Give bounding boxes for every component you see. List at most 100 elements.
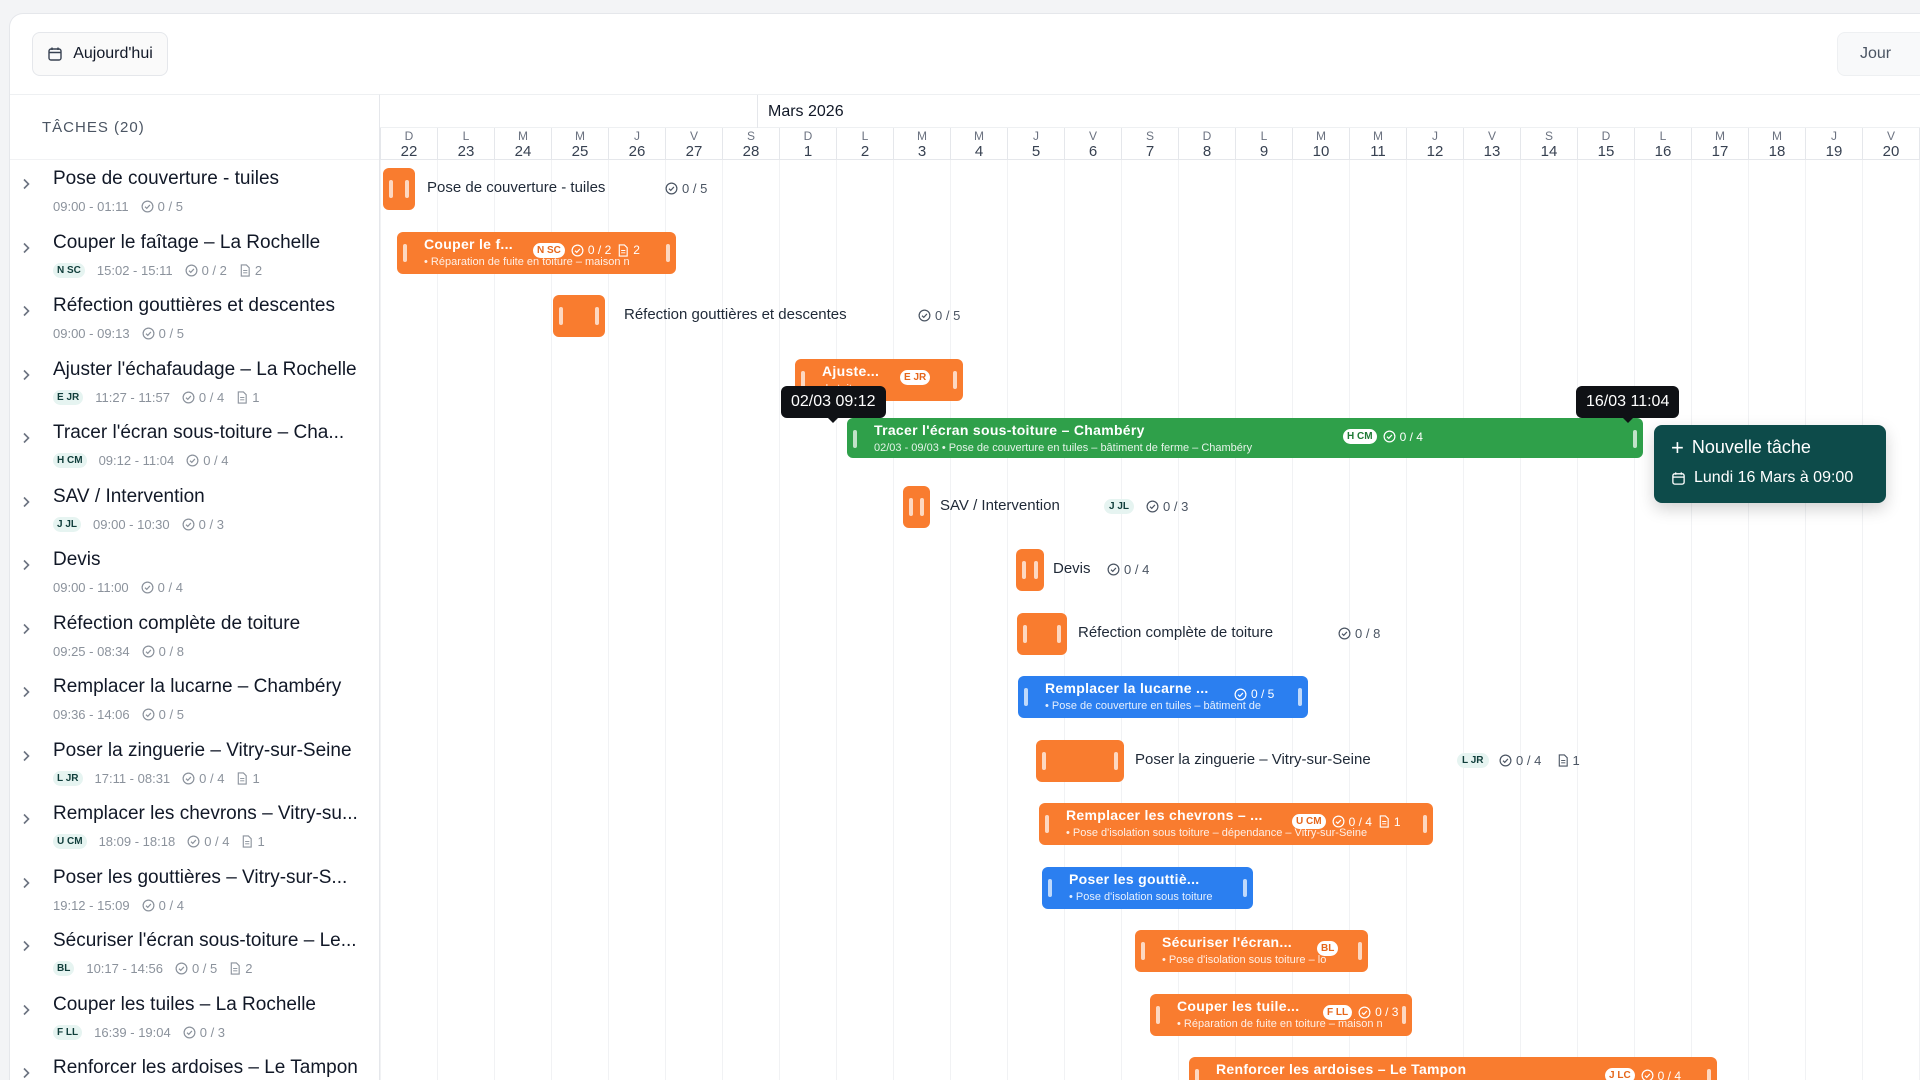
- day-column[interactable]: L 16: [1634, 128, 1691, 160]
- resize-handle-start[interactable]: [1042, 751, 1046, 770]
- resize-handle-end[interactable]: [1402, 1005, 1406, 1024]
- day-column[interactable]: J 19: [1805, 128, 1862, 160]
- task-bar[interactable]: [903, 485, 930, 528]
- day-column[interactable]: D 22: [380, 128, 437, 160]
- resize-handle-start[interactable]: [1023, 624, 1027, 643]
- task-row[interactable]: Remplacer la lucarne – Chambéry 09:36 - 1…: [10, 668, 380, 732]
- chevron-right-icon[interactable]: [18, 1002, 34, 1018]
- resize-handle-start[interactable]: [1141, 942, 1145, 960]
- today-button[interactable]: Aujourd'hui: [32, 32, 168, 76]
- day-column[interactable]: S7: [1121, 128, 1178, 160]
- task-bar[interactable]: Couper les tuile... • Réparation de fuite…: [1150, 993, 1412, 1036]
- resize-handle-start[interactable]: [1022, 561, 1026, 579]
- chevron-right-icon[interactable]: [18, 684, 34, 700]
- day-column[interactable]: M 11: [1349, 128, 1406, 160]
- day-column[interactable]: J 12: [1406, 128, 1463, 160]
- day-column[interactable]: V 20: [1862, 128, 1919, 160]
- day-column[interactable]: M 24: [494, 128, 551, 160]
- task-row[interactable]: Réfection gouttières et descentes 09:00 -…: [10, 287, 380, 351]
- resize-handle-start[interactable]: [559, 307, 563, 325]
- task-bar[interactable]: [383, 168, 415, 210]
- task-row[interactable]: Couper le faîtage – La Rochelle N SC 15:02…: [10, 224, 380, 288]
- resize-handle-start[interactable]: [1045, 815, 1049, 833]
- day-column[interactable]: L2: [836, 128, 893, 160]
- chevron-right-icon[interactable]: [18, 1065, 34, 1080]
- resize-handle-end[interactable]: [405, 180, 409, 198]
- resize-handle-end[interactable]: [1114, 751, 1118, 770]
- day-column[interactable]: L 23: [437, 128, 494, 160]
- new-task-popover[interactable]: + Nouvelle tâche Lundi 16 Mars à 09:00: [1654, 425, 1886, 503]
- task-row[interactable]: Poser la zinguerie – Vitry-sur-Seine L JR…: [10, 732, 380, 796]
- day-column[interactable]: V 27: [665, 128, 722, 160]
- day-column[interactable]: D 15: [1577, 128, 1634, 160]
- task-bar[interactable]: Renforcer les ardoises – Le Tampon J LC 0 …: [1189, 1057, 1717, 1080]
- chevron-right-icon[interactable]: [18, 494, 34, 510]
- resize-handle-end[interactable]: [953, 370, 957, 389]
- day-column[interactable]: M 18: [1748, 128, 1805, 160]
- task-row[interactable]: Ajuster l'échafaudage – La Rochelle E JR 1…: [10, 351, 380, 415]
- task-bar[interactable]: [1017, 612, 1067, 655]
- chevron-right-icon[interactable]: [18, 367, 34, 383]
- chevron-right-icon[interactable]: [18, 430, 34, 446]
- day-column[interactable]: M4: [950, 128, 1007, 160]
- resize-handle-end[interactable]: [1633, 430, 1637, 448]
- day-column[interactable]: M 17: [1691, 128, 1748, 160]
- resize-handle-start[interactable]: [909, 497, 913, 516]
- day-column[interactable]: M3: [893, 128, 950, 160]
- task-bar[interactable]: Tracer l'écran sous-toiture – Chambéry 02…: [847, 418, 1643, 458]
- task-row[interactable]: Poser les gouttières – Vitry-sur-S... 19:…: [10, 859, 380, 923]
- task-bar[interactable]: Poser les gouttiè... • Pose d'isolation s…: [1042, 866, 1253, 909]
- task-bar[interactable]: Remplacer les chevrons – ... • Pose d'iso…: [1039, 803, 1433, 845]
- task-bar[interactable]: [553, 295, 605, 337]
- resize-handle-start[interactable]: [1195, 1069, 1199, 1080]
- resize-handle-end[interactable]: [1423, 815, 1427, 833]
- resize-handle-start[interactable]: [403, 243, 407, 262]
- chevron-right-icon[interactable]: [18, 875, 34, 891]
- chevron-right-icon[interactable]: [18, 621, 34, 637]
- day-column[interactable]: S 14: [1520, 128, 1577, 160]
- chevron-right-icon[interactable]: [18, 176, 34, 192]
- task-row[interactable]: Renforcer les ardoises – Le Tampon: [10, 1049, 380, 1080]
- resize-handle-end[interactable]: [1057, 624, 1061, 643]
- resize-handle-end[interactable]: [1298, 688, 1302, 706]
- resize-handle-start[interactable]: [1048, 878, 1052, 897]
- view-mode-button[interactable]: Jour: [1837, 32, 1920, 76]
- day-column[interactable]: L9: [1235, 128, 1292, 160]
- task-row[interactable]: Couper les tuiles – La Rochelle F LL 16:39…: [10, 986, 380, 1050]
- day-column[interactable]: J 26: [608, 128, 665, 160]
- resize-handle-end[interactable]: [920, 497, 924, 516]
- day-column[interactable]: M 10: [1292, 128, 1349, 160]
- task-row[interactable]: Sécuriser l'écran sous-toiture – Le... BL…: [10, 922, 380, 986]
- task-bar[interactable]: Remplacer la lucarne ... • Pose de couver…: [1018, 676, 1308, 718]
- chevron-right-icon[interactable]: [18, 303, 34, 319]
- resize-handle-end[interactable]: [1034, 561, 1038, 579]
- task-bar[interactable]: Sécuriser l'écran... • Pose d'isolation s…: [1135, 930, 1368, 972]
- chevron-right-icon[interactable]: [18, 240, 34, 256]
- task-row[interactable]: Pose de couverture - tuiles 09:00 - 01:11…: [10, 160, 380, 224]
- chevron-right-icon[interactable]: [18, 938, 34, 954]
- task-row[interactable]: Réfection complète de toiture 09:25 - 08:…: [10, 605, 380, 669]
- task-row[interactable]: Remplacer les chevrons – Vitry-su... U CM…: [10, 795, 380, 859]
- resize-handle-end[interactable]: [595, 307, 599, 325]
- resize-handle-end[interactable]: [1243, 878, 1247, 897]
- chevron-right-icon[interactable]: [18, 748, 34, 764]
- day-column[interactable]: D8: [1178, 128, 1235, 160]
- chevron-right-icon[interactable]: [18, 811, 34, 827]
- task-bar[interactable]: [1016, 549, 1044, 591]
- resize-handle-start[interactable]: [389, 180, 393, 198]
- resize-handle-end[interactable]: [1358, 942, 1362, 960]
- resize-handle-start[interactable]: [1156, 1005, 1160, 1024]
- day-column[interactable]: J5: [1007, 128, 1064, 160]
- day-column[interactable]: D1: [779, 128, 836, 160]
- task-row[interactable]: Devis 09:00 - 11:00 0 / 4: [10, 541, 380, 605]
- day-column[interactable]: V6: [1064, 128, 1121, 160]
- resize-handle-start[interactable]: [853, 430, 857, 448]
- task-row[interactable]: SAV / Intervention J JL 09:00 - 10:30 0 / 3: [10, 478, 380, 542]
- resize-handle-end[interactable]: [666, 243, 670, 262]
- task-bar[interactable]: Couper le f... • Réparation de fuite en t…: [397, 231, 676, 274]
- resize-handle-start[interactable]: [1024, 688, 1028, 706]
- task-bar[interactable]: [1036, 739, 1124, 782]
- day-column[interactable]: S 28: [722, 128, 779, 160]
- resize-handle-end[interactable]: [1707, 1069, 1711, 1080]
- task-row[interactable]: Tracer l'écran sous-toiture – Cha... H CM…: [10, 414, 380, 478]
